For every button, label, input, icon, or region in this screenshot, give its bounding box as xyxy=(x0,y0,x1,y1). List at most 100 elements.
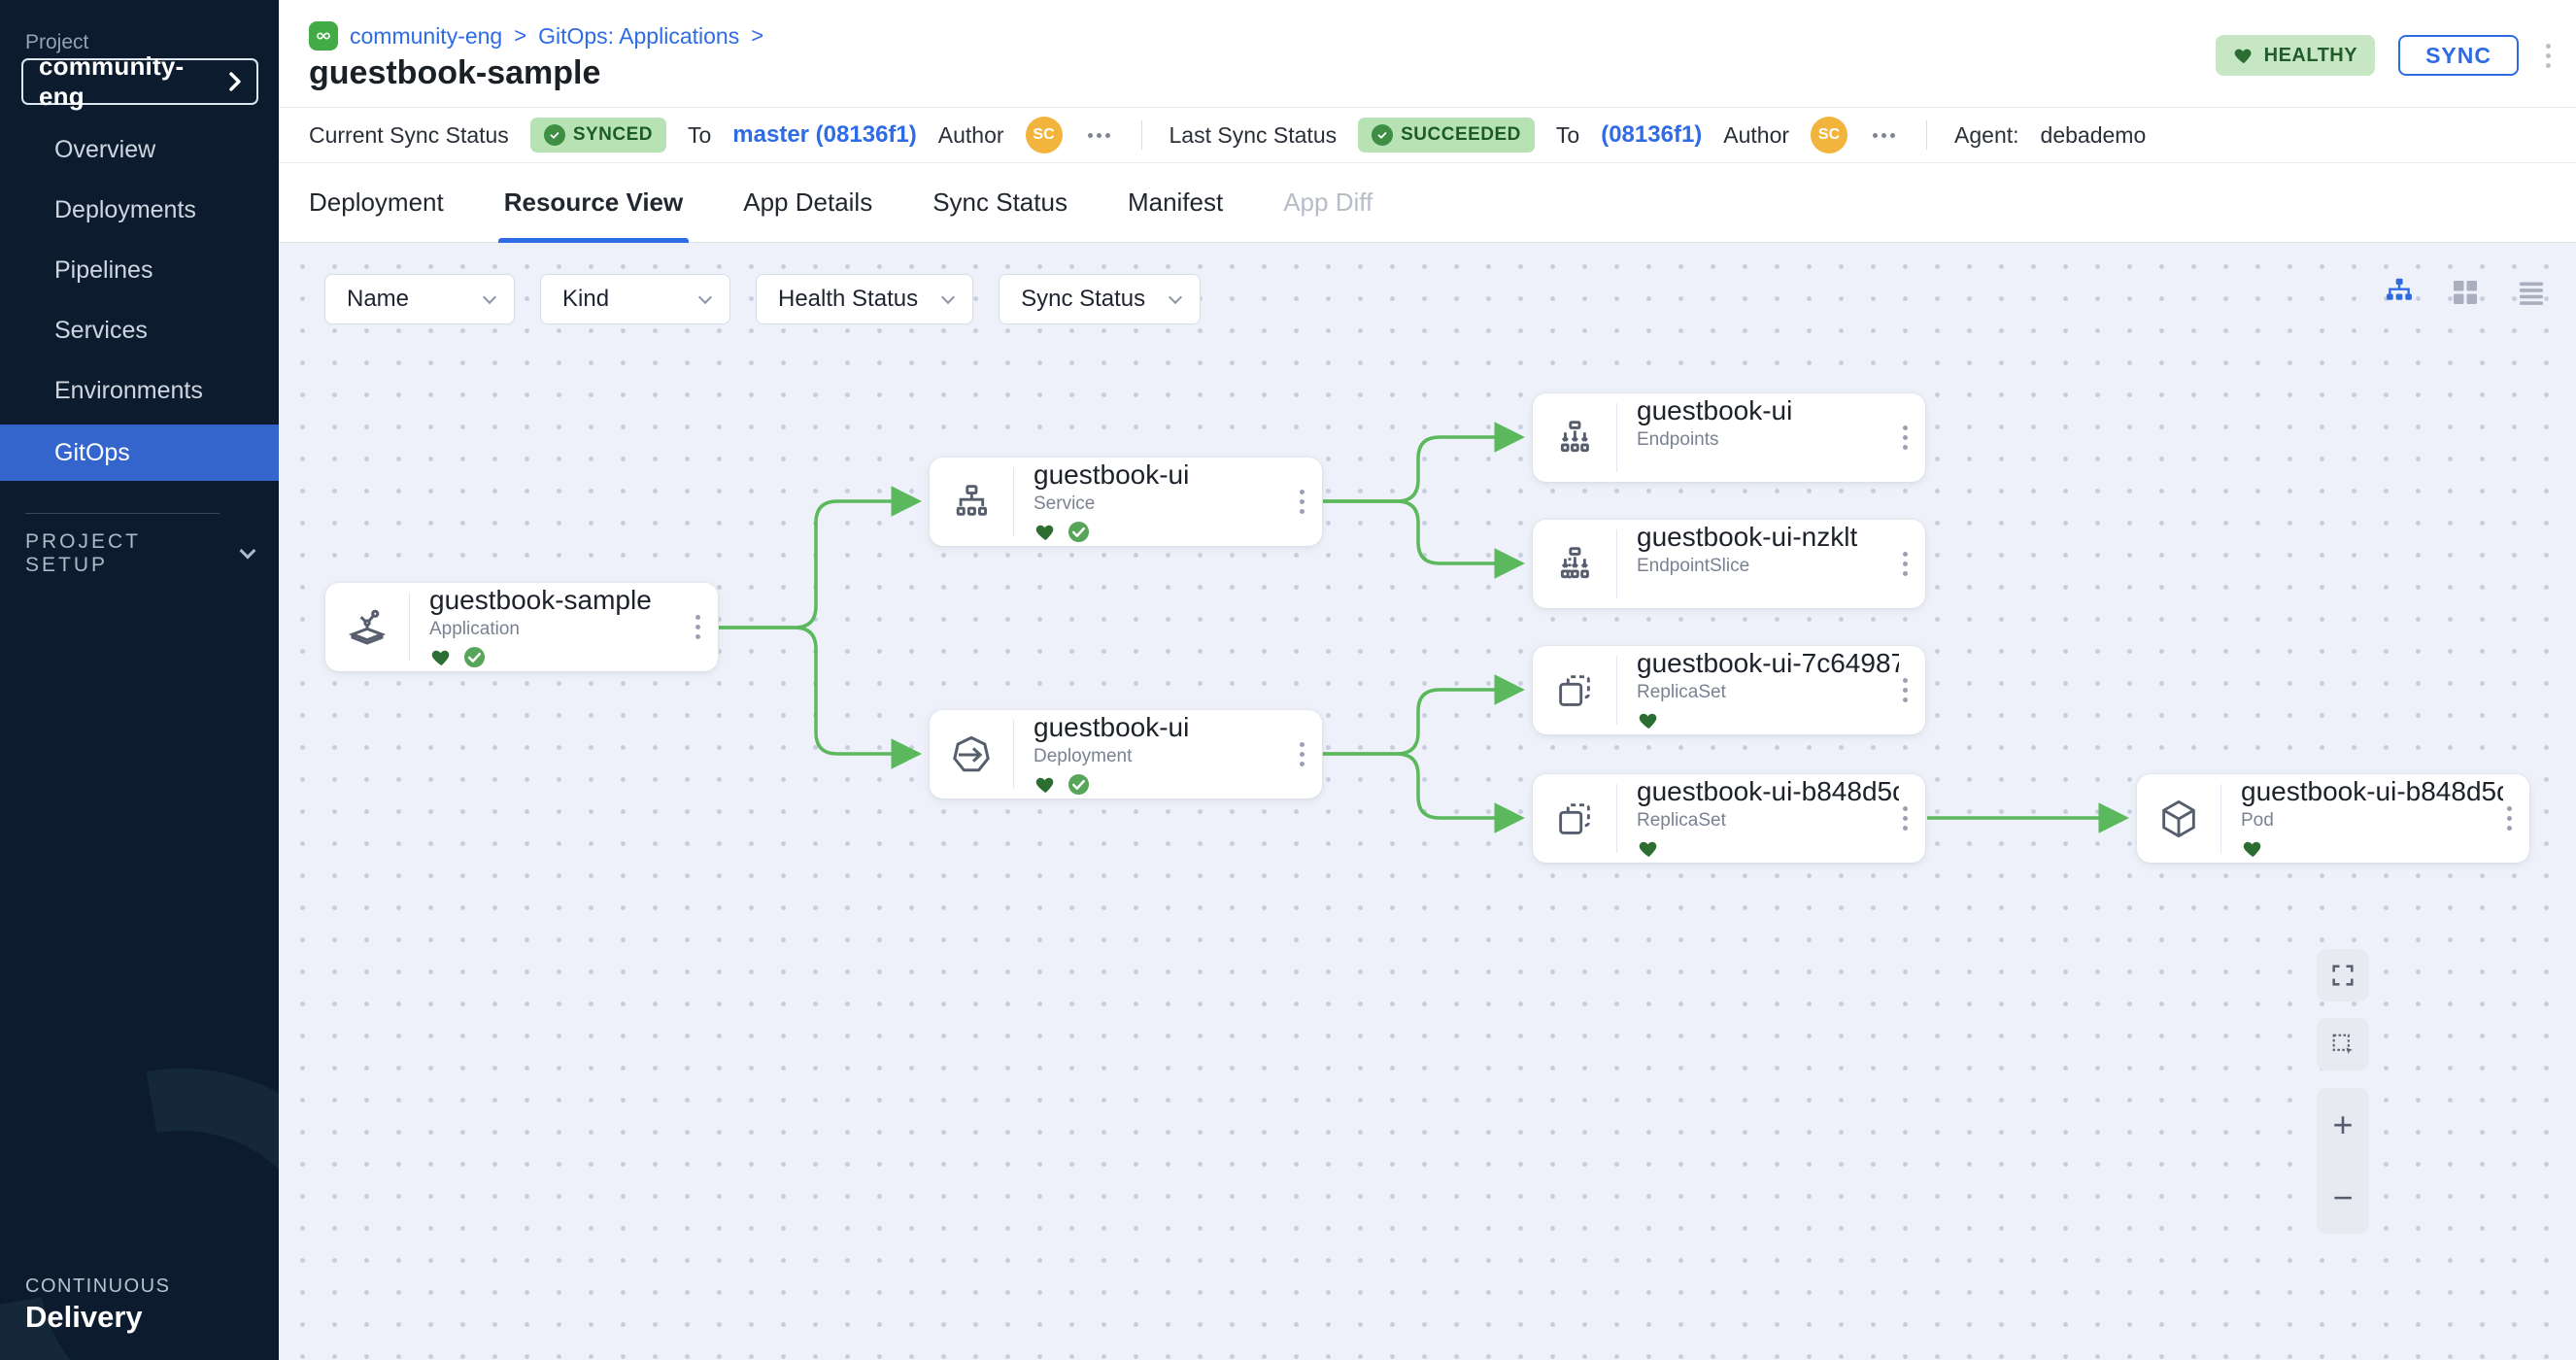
pod-icon xyxy=(2137,797,2220,841)
author-label: Author xyxy=(938,122,1004,149)
node-kind: ReplicaSet xyxy=(1637,682,1899,703)
author-avatar: SC xyxy=(1026,117,1063,153)
heart-icon xyxy=(2233,45,2254,66)
node-menu-button[interactable] xyxy=(1296,738,1308,770)
page-title: guestbook-sample xyxy=(309,54,600,92)
healthy-heart-icon xyxy=(1637,709,1661,731)
filter-kind-dropdown[interactable]: Kind xyxy=(540,274,730,324)
synced-badge: SYNCED xyxy=(530,118,666,153)
health-status-badge: HEALTHY xyxy=(2216,35,2375,76)
view-mode-toolbar xyxy=(2382,273,2576,312)
node-application-guestbook-sample[interactable]: guestbook-sample Application xyxy=(325,583,718,671)
healthy-heart-icon xyxy=(1637,837,1661,860)
sync-button[interactable]: SYNC xyxy=(2398,35,2519,76)
node-replicaset-guestbook-ui-7c64987dc9[interactable]: guestbook-ui-7c64987dc9 ReplicaSet xyxy=(1533,646,1925,734)
project-setup-toggle[interactable]: PROJECT SETUP xyxy=(25,530,254,577)
brand-logo: CONTINUOUS Delivery xyxy=(25,1275,170,1335)
node-menu-button[interactable] xyxy=(1899,422,1912,454)
node-menu-button[interactable] xyxy=(1296,486,1308,518)
tab-sync-status[interactable]: Sync Status xyxy=(932,163,1068,243)
filter-name-dropdown[interactable]: Name xyxy=(324,274,515,324)
endpoints-icon xyxy=(1533,416,1616,460)
node-title: guestbook-ui-b848d5d9... xyxy=(2241,776,2503,807)
tab-bar: Deployment Resource View App Details Syn… xyxy=(279,163,2576,243)
zoom-out-button[interactable]: − xyxy=(2332,1180,2353,1215)
sidebar-item-services[interactable]: Services xyxy=(0,302,279,358)
zoom-in-button[interactable]: + xyxy=(2332,1107,2353,1142)
divider xyxy=(1141,120,1142,150)
zoom-control: + − xyxy=(2317,1088,2369,1234)
breadcrumb-applications-link[interactable]: GitOps: Applications xyxy=(538,23,739,50)
current-sync-status-label: Current Sync Status xyxy=(309,122,509,149)
service-icon xyxy=(930,480,1013,525)
fit-selection-button[interactable] xyxy=(2317,1018,2369,1071)
tab-resource-view[interactable]: Resource View xyxy=(504,163,684,243)
tab-deployment[interactable]: Deployment xyxy=(309,163,444,243)
node-kind: ReplicaSet xyxy=(1637,810,1899,832)
node-service-guestbook-ui[interactable]: guestbook-ui Service xyxy=(930,458,1322,546)
node-menu-button[interactable] xyxy=(692,611,704,643)
project-selector[interactable]: community-eng xyxy=(21,58,258,105)
filter-health-status-dropdown[interactable]: Health Status xyxy=(756,274,973,324)
node-kind: Service xyxy=(1034,493,1296,515)
node-kind: EndpointSlice xyxy=(1637,556,1899,577)
node-pod-guestbook-ui-b848d5d9[interactable]: guestbook-ui-b848d5d9... Pod xyxy=(2137,774,2529,863)
healthy-heart-icon xyxy=(429,646,454,668)
sidebar-item-pipelines[interactable]: Pipelines xyxy=(0,242,279,298)
endpointslice-icon xyxy=(1533,542,1616,587)
agent-label: Agent: xyxy=(1954,122,2019,149)
breadcrumb-separator: > xyxy=(751,23,763,49)
node-menu-button[interactable] xyxy=(1899,802,1912,834)
author-avatar: SC xyxy=(1811,117,1847,153)
sidebar: Project community-eng Overview Deploymen… xyxy=(0,0,279,1360)
healthy-heart-icon xyxy=(1034,773,1058,796)
selection-icon xyxy=(2329,1031,2356,1058)
sidebar-item-overview[interactable]: Overview xyxy=(0,121,279,178)
chevron-down-icon xyxy=(698,289,712,303)
sync-status-bar: Current Sync Status SYNCED To master (08… xyxy=(279,107,2576,163)
node-title: guestbook-ui xyxy=(1034,459,1296,491)
last-sync-target-link[interactable]: (08136f1) xyxy=(1601,121,1702,149)
breadcrumb-project-link[interactable]: community-eng xyxy=(350,23,502,50)
header-more-menu-button[interactable] xyxy=(2542,40,2555,72)
tab-app-diff: App Diff xyxy=(1283,163,1373,243)
filter-sync-status-dropdown[interactable]: Sync Status xyxy=(999,274,1201,324)
sidebar-item-environments[interactable]: Environments xyxy=(0,362,279,419)
check-circle-icon xyxy=(544,124,565,146)
node-menu-button[interactable] xyxy=(2503,802,2516,834)
node-title: guestbook-ui xyxy=(1637,395,1899,426)
filter-bar: Name Kind Health Status Sync Status xyxy=(324,274,1201,324)
agent-value: debademo xyxy=(2041,122,2147,149)
synced-check-icon xyxy=(1068,773,1090,796)
tree-view-icon[interactable] xyxy=(2382,275,2417,310)
node-kind: Endpoints xyxy=(1637,429,1899,451)
replicaset-icon xyxy=(1533,668,1616,713)
node-kind: Deployment xyxy=(1034,746,1296,767)
last-sync-status-label: Last Sync Status xyxy=(1169,122,1338,149)
check-circle-icon xyxy=(1372,124,1393,146)
node-endpointslice-guestbook-ui-nzklt[interactable]: guestbook-ui-nzklt EndpointSlice xyxy=(1533,520,1925,608)
node-title: guestbook-ui-7c64987dc9 xyxy=(1637,648,1899,679)
tab-app-details[interactable]: App Details xyxy=(743,163,872,243)
grid-view-icon[interactable] xyxy=(2448,275,2483,310)
node-endpoints-guestbook-ui[interactable]: guestbook-ui Endpoints xyxy=(1533,393,1925,482)
chevron-down-icon xyxy=(483,289,496,303)
synced-check-icon xyxy=(463,646,486,668)
node-menu-button[interactable] xyxy=(1899,548,1912,580)
tab-manifest[interactable]: Manifest xyxy=(1128,163,1223,243)
node-deployment-guestbook-ui[interactable]: guestbook-ui Deployment xyxy=(930,710,1322,799)
gitops-application-page: Project community-eng Overview Deploymen… xyxy=(0,0,2576,1360)
list-view-icon[interactable] xyxy=(2514,275,2549,310)
commit-details-button[interactable] xyxy=(1084,129,1114,142)
sidebar-item-gitops[interactable]: GitOps xyxy=(0,425,279,481)
node-menu-button[interactable] xyxy=(1899,674,1912,706)
node-title: guestbook-ui xyxy=(1034,712,1296,743)
current-sync-target-link[interactable]: master (08136f1) xyxy=(732,121,916,149)
node-replicaset-guestbook-ui-b848d5d9d[interactable]: guestbook-ui-b848d5d9d ReplicaSet xyxy=(1533,774,1925,863)
sidebar-item-deployments[interactable]: Deployments xyxy=(0,182,279,238)
node-title: guestbook-ui-nzklt xyxy=(1637,522,1899,553)
author-label: Author xyxy=(1723,122,1789,149)
commit-details-button[interactable] xyxy=(1869,129,1899,142)
healthy-heart-icon xyxy=(1034,521,1058,543)
fullscreen-button[interactable] xyxy=(2317,949,2369,1002)
